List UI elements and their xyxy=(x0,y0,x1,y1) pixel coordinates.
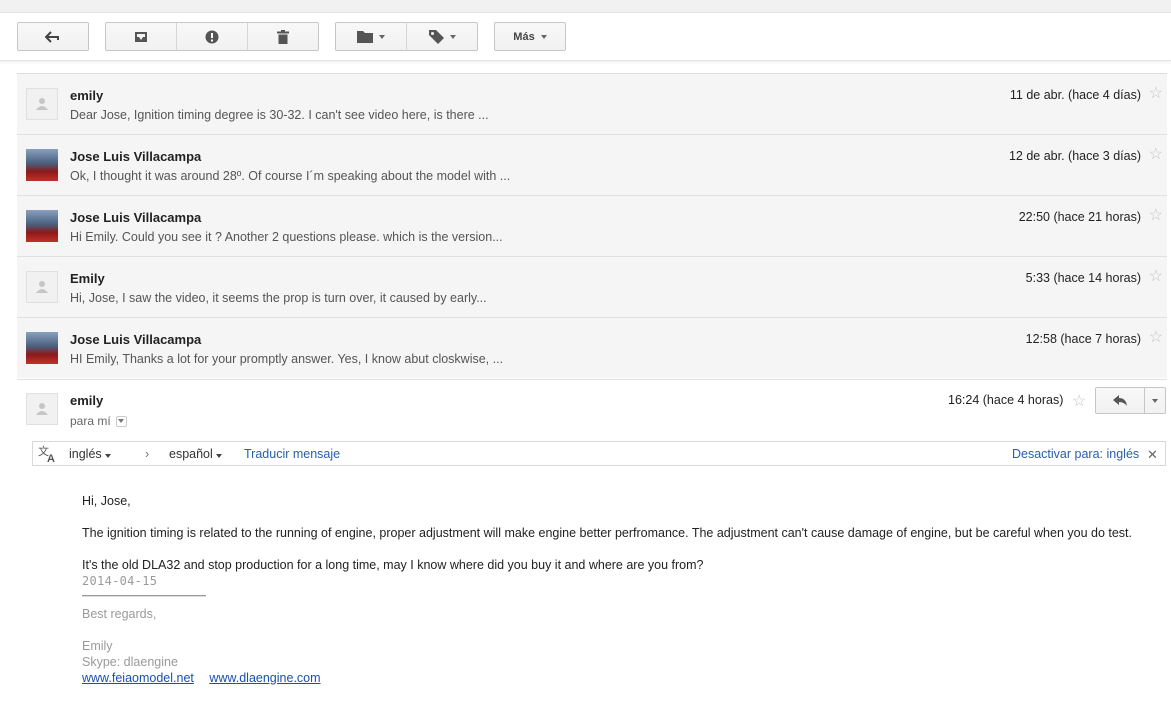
sender-name: emily xyxy=(70,88,104,103)
sender-name: Jose Luis Villacampa xyxy=(70,210,202,225)
move-to-button[interactable] xyxy=(335,22,407,51)
scrollbar[interactable] xyxy=(1167,61,1171,716)
star-icon[interactable]: ☆ xyxy=(1149,86,1163,102)
message-date: 22:50 (hace 21 horas) xyxy=(1018,210,1141,224)
message-snippet: Hi Emily. Could you see it ? Another 2 q… xyxy=(70,230,503,244)
source-language-label: inglés xyxy=(69,447,102,461)
message-date: 11 de abr. (hace 4 días) xyxy=(1009,88,1141,102)
top-strip xyxy=(0,0,1171,13)
star-icon[interactable]: ☆ xyxy=(1149,269,1163,285)
message-snippet: Hi, Jose, I saw the video, it seems the … xyxy=(70,291,487,305)
recipient-label: para mí xyxy=(70,414,111,428)
archive-icon xyxy=(135,32,147,42)
message-snippet: Dear Jose, Ignition timing degree is 30-… xyxy=(70,108,489,122)
arrow-left-icon xyxy=(45,30,59,43)
message-snippet: HI Emily, Thanks a lot for your promptly… xyxy=(70,352,504,366)
message-date: 5:33 (hace 14 horas) xyxy=(1025,271,1141,285)
message-body: Hi, Jose, The ignition timing is related… xyxy=(82,493,1142,686)
avatar xyxy=(26,88,58,120)
source-language-select[interactable]: inglés xyxy=(69,447,111,461)
chevron-down-icon xyxy=(104,454,111,458)
more-button[interactable]: Más xyxy=(494,22,566,51)
message-row[interactable]: Jose Luis Villacampa Ok, I thought it wa… xyxy=(17,134,1167,195)
show-details-button[interactable] xyxy=(115,415,127,427)
message-date: 12:58 (hace 7 horas) xyxy=(1025,332,1141,346)
sender-name: Emily xyxy=(70,271,105,286)
default-avatar-icon xyxy=(36,403,48,415)
star-icon[interactable]: ☆ xyxy=(1072,391,1086,411)
chevron-down-icon xyxy=(449,34,456,39)
translate-icon: 文 A xyxy=(38,445,55,463)
more-label: Más xyxy=(513,30,535,43)
trash-icon xyxy=(277,29,289,44)
conversation-thread: emily Dear Jose, Ignition timing degree … xyxy=(17,73,1167,378)
message-snippet: Ok, I thought it was around 28º. Of cour… xyxy=(70,169,511,183)
folder-icon xyxy=(357,31,373,43)
report-spam-icon xyxy=(205,30,219,43)
archive-button[interactable] xyxy=(105,22,177,51)
star-icon[interactable]: ☆ xyxy=(1149,330,1163,346)
message-row[interactable]: Jose Luis Villacampa HI Emily, Thanks a … xyxy=(17,317,1167,378)
recipient-line: para mí xyxy=(70,414,127,428)
expanded-message: emily para mí 16:24 (hace 4 horas) ☆ 文 A… xyxy=(17,379,1167,716)
translate-message-link[interactable]: Traducir mensaje xyxy=(244,447,340,461)
chevron-down-icon xyxy=(379,34,385,39)
greeting-text: Hi, Jose, xyxy=(82,494,131,508)
signature-name: Emily xyxy=(82,639,113,653)
target-language-select[interactable]: español xyxy=(169,447,222,461)
message-date: 16:24 (hace 4 horas) xyxy=(948,393,1064,407)
chevron-down-icon xyxy=(215,454,222,458)
report-spam-button[interactable] xyxy=(176,22,248,51)
star-icon[interactable]: ☆ xyxy=(1149,147,1163,163)
sender-name: emily xyxy=(70,393,104,408)
default-avatar-icon xyxy=(36,98,48,110)
message-row[interactable]: Emily Hi, Jose, I saw the video, it seem… xyxy=(17,256,1167,317)
website-link[interactable]: www.dlaengine.com xyxy=(209,671,320,685)
toolbar: Más xyxy=(0,13,1171,61)
signature-links: www.feiaomodel.net www.dlaengine.com xyxy=(82,670,1142,686)
delete-button[interactable] xyxy=(247,22,319,51)
avatar xyxy=(26,393,58,425)
sender-name: Jose Luis Villacampa xyxy=(70,149,202,164)
organize-button-group xyxy=(335,22,478,51)
chevron-right-icon: › xyxy=(145,447,150,461)
target-language-label: español xyxy=(169,447,213,461)
star-icon[interactable]: ☆ xyxy=(1149,208,1163,224)
avatar xyxy=(26,271,58,303)
signature-regards: Best regards, xyxy=(82,607,157,621)
reply-button[interactable] xyxy=(1095,387,1145,414)
tag-icon xyxy=(428,29,444,44)
message-date: 12 de abr. (hace 3 días) xyxy=(1008,149,1141,163)
message-row[interactable]: Jose Luis Villacampa Hi Emily. Could you… xyxy=(17,195,1167,256)
avatar xyxy=(26,332,58,364)
more-actions-button[interactable] xyxy=(1144,387,1166,414)
chevron-down-icon xyxy=(118,419,125,423)
signature-skype: Skype: dlaengine xyxy=(82,655,178,669)
close-icon[interactable]: ✕ xyxy=(1147,447,1158,463)
avatar xyxy=(26,210,58,242)
avatar xyxy=(26,149,58,181)
labels-button[interactable] xyxy=(406,22,478,51)
disable-translation-link[interactable]: Desactivar para: inglés xyxy=(1012,447,1139,461)
website-link[interactable]: www.feiaomodel.net xyxy=(82,671,194,685)
reply-icon xyxy=(1113,395,1127,406)
chevron-down-icon xyxy=(540,34,547,39)
translate-bar: 文 A inglés › español Traducir mensaje De… xyxy=(32,441,1166,466)
default-avatar-icon xyxy=(36,281,48,293)
signature-date: 2014-04-15 xyxy=(82,574,158,588)
body-paragraph: It's the old DLA32 and stop production f… xyxy=(82,558,704,572)
back-button[interactable] xyxy=(17,22,89,51)
signature-divider xyxy=(82,595,206,597)
reply-button-group xyxy=(1095,387,1166,414)
svg-text:A: A xyxy=(47,453,55,463)
action-button-group xyxy=(105,22,319,51)
message-row[interactable]: emily Dear Jose, Ignition timing degree … xyxy=(17,73,1167,134)
chevron-down-icon xyxy=(1152,398,1158,403)
sender-name: Jose Luis Villacampa xyxy=(70,332,202,347)
body-paragraph: The ignition timing is related to the ru… xyxy=(82,526,1133,540)
